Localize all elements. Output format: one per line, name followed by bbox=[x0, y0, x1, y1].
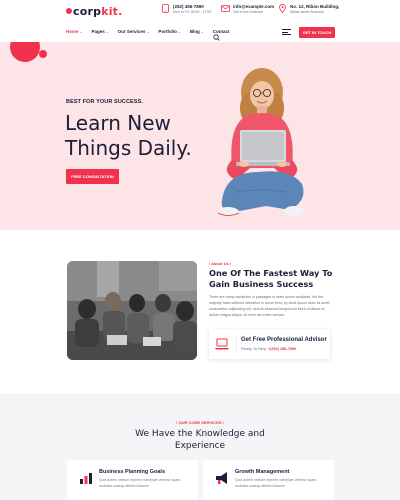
team-meeting-photo bbox=[67, 261, 197, 360]
about-title: One Of The Fastest Way To Gain Business … bbox=[209, 268, 333, 289]
about-text: There are many variations of passages of… bbox=[209, 295, 331, 317]
logo-text-suffix: kit. bbox=[101, 5, 123, 18]
address-line-2: Walse street Australia bbox=[290, 10, 324, 14]
hero-woman-with-laptop-image bbox=[217, 68, 304, 217]
logo-text-prefix: corp bbox=[73, 5, 102, 18]
services-title-line-2: Experience bbox=[174, 441, 226, 451]
advisor-subtitle: Ready To Help: +(252) 456-7890 bbox=[241, 347, 296, 351]
nav-label: Portfolio bbox=[158, 29, 177, 34]
services-title-line-1: We Have the Knowledge and bbox=[135, 429, 265, 439]
chart-icon bbox=[80, 473, 92, 484]
nav-item-portfolio[interactable]: Portfolio ⌄ bbox=[158, 29, 180, 34]
free-consultation-button[interactable]: FREE CONSULTATION bbox=[66, 169, 119, 184]
services-title: We Have the Knowledge and Experience bbox=[0, 428, 400, 452]
chevron-down-icon: ⌄ bbox=[146, 29, 150, 34]
service-card-text: Quis autem veleum reprehe nderpiate vele… bbox=[235, 478, 317, 488]
nav-item-pages[interactable]: Pages ⌄ bbox=[91, 29, 108, 34]
office-hours: Mon to Fri: 09:00 - 17:00 bbox=[173, 10, 212, 14]
advisor-card[interactable]: Get Free Professional Advisor Ready To H… bbox=[209, 329, 330, 359]
about-kicker: \ About Us / bbox=[209, 261, 232, 266]
advisor-title: Get Free Professional Advisor bbox=[241, 337, 327, 343]
phone-icon bbox=[161, 4, 170, 13]
logo-mark-icon bbox=[66, 8, 72, 14]
location-pin-icon bbox=[278, 4, 287, 13]
service-card-title: Business Planning Goals bbox=[99, 469, 166, 475]
phone-number: (252) 456-7890 bbox=[173, 4, 204, 9]
service-card-business-planning[interactable]: Business Planning Goals Quis autem veleu… bbox=[67, 460, 198, 500]
chevron-down-icon: ⌄ bbox=[79, 29, 83, 34]
service-card-title: Growth Management bbox=[235, 469, 290, 475]
advisor-sub-prefix: Ready To Help: bbox=[241, 347, 268, 351]
address-line-1: No. 12, Ribon Building, bbox=[290, 4, 340, 9]
nav-item-home[interactable]: Home ⌄ bbox=[66, 29, 82, 34]
contact-email[interactable]: info@example.com Get a free Estimate bbox=[221, 4, 274, 14]
top-bar: corpkit. (252) 456-7890 Mon to Fri: 09:0… bbox=[0, 0, 400, 24]
divider bbox=[236, 335, 237, 353]
email-address: info@example.com bbox=[233, 4, 275, 9]
nav-menu: Home ⌄ Pages ⌄ Our Services ⌄ Portfolio ⌄ Bl… bbox=[66, 29, 230, 34]
nav-item-our-services[interactable]: Our Services ⌄ bbox=[118, 29, 150, 34]
decorative-dot bbox=[39, 50, 47, 58]
hero-title-line-2: Things Daily. bbox=[65, 136, 192, 160]
nav-label: Our Services bbox=[117, 29, 146, 34]
megaphone-icon bbox=[216, 472, 227, 484]
logo[interactable]: corpkit. bbox=[66, 5, 123, 18]
nav-label: Blog bbox=[189, 29, 200, 34]
laptop-icon bbox=[215, 338, 229, 350]
hero-kicker: BEST FOR YOUR SUCCESS. bbox=[66, 99, 143, 105]
contact-address: No. 12, Ribon Building, Walse street Aus… bbox=[278, 4, 339, 14]
nav-item-blog[interactable]: Blog ⌄ bbox=[190, 29, 204, 34]
main-nav: Home ⌄ Pages ⌄ Our Services ⌄ Portfolio ⌄ Bl… bbox=[0, 24, 400, 42]
get-in-touch-button[interactable]: GET IN TOUCH bbox=[299, 27, 335, 38]
hero-title-line-1: Learn New bbox=[65, 111, 171, 135]
mail-icon bbox=[221, 4, 230, 13]
hero-title: Learn New Things Daily. bbox=[65, 111, 215, 161]
services-kicker: \ OUR CORE SERVICES / bbox=[176, 420, 224, 425]
search-icon[interactable] bbox=[213, 28, 220, 41]
chevron-down-icon: ⌄ bbox=[200, 29, 204, 34]
service-card-growth-management[interactable]: Growth Management Quis autem veleum repr… bbox=[203, 460, 334, 500]
services-section: \ OUR CORE SERVICES / We Have the Knowle… bbox=[0, 394, 400, 500]
menu-icon[interactable] bbox=[282, 29, 291, 35]
service-card-text: Quis autem veleum reprehe nderpiate vele… bbox=[99, 478, 181, 488]
hero-section: BEST FOR YOUR SUCCESS. Learn New Things … bbox=[0, 42, 400, 230]
contact-phone[interactable]: (252) 456-7890 Mon to Fri: 09:00 - 17:00 bbox=[161, 4, 211, 14]
chevron-down-icon: ⌄ bbox=[105, 29, 109, 34]
nav-label: Pages bbox=[91, 29, 105, 34]
chevron-down-icon: ⌄ bbox=[177, 29, 181, 34]
advisor-phone[interactable]: +(252) 456-7890 bbox=[268, 347, 296, 351]
nav-label: Home bbox=[66, 29, 79, 34]
decorative-circle bbox=[10, 42, 40, 62]
email-caption: Get a free Estimate bbox=[233, 10, 264, 14]
